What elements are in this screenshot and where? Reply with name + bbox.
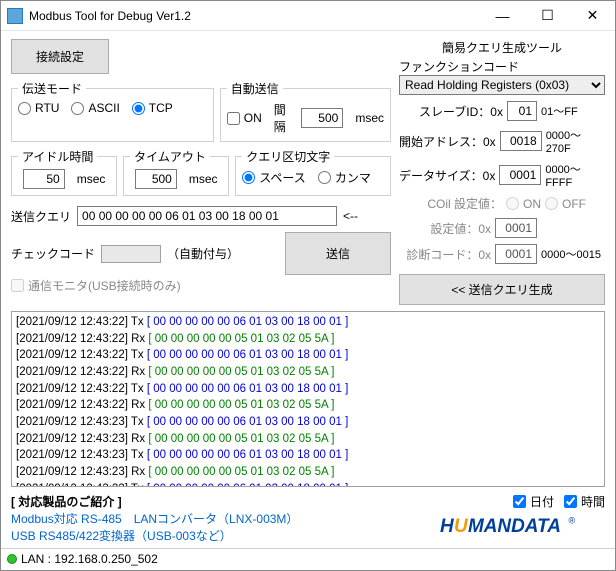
start-addr-label: 開始アドレス：0x (399, 133, 496, 150)
humandata-logo: H U MANDATA ® (440, 512, 605, 540)
delim-group: クエリ区切文字 スペース カンマ (235, 148, 391, 196)
slave-id-label: スレーブID：0x (419, 103, 503, 120)
link-usb003[interactable]: USB RS485/422変換器（USB-003など） (11, 527, 432, 544)
check-code-label: チェックコード (11, 245, 95, 262)
close-button[interactable]: ✕ (570, 1, 615, 30)
minimize-button[interactable]: — (480, 1, 525, 30)
msec-label2: msec (77, 172, 106, 186)
date-checkbox[interactable]: 日付 (513, 493, 554, 510)
mode-tcp[interactable]: TCP (132, 101, 173, 115)
status-dot-icon (7, 554, 17, 564)
log-line: [2021/09/12 12:43:22] Tx [ 00 00 00 00 0… (16, 314, 600, 331)
log-line: [2021/09/12 12:43:22] Tx [ 00 00 00 00 0… (16, 381, 600, 398)
svg-text:MANDATA: MANDATA (468, 516, 561, 537)
auto-on-checkbox[interactable]: ON (227, 111, 262, 125)
func-label: ファンクションコード (399, 58, 605, 75)
slave-id-input[interactable] (507, 101, 537, 121)
products-title: [ 対応製品のご紹介 ] (11, 493, 432, 510)
arrow-label: <-- (343, 209, 358, 223)
delim-legend: クエリ区切文字 (242, 148, 334, 165)
svg-text:H: H (440, 516, 454, 537)
log-line: [2021/09/12 12:43:23] Tx [ 00 00 00 00 0… (16, 481, 600, 487)
log-line: [2021/09/12 12:43:22] Tx [ 00 00 00 00 0… (16, 347, 600, 364)
log-line: [2021/09/12 12:43:22] Rx [ 00 00 00 00 0… (16, 364, 600, 381)
diag-hint: 0000～0015 (541, 246, 605, 262)
msec-label3: msec (189, 172, 218, 186)
auto-send-legend: 自動送信 (227, 80, 283, 97)
check-code-box (101, 245, 161, 263)
status-text: LAN : 192.168.0.250_502 (21, 552, 158, 566)
status-bar: LAN : 192.168.0.250_502 (1, 548, 615, 569)
time-checkbox[interactable]: 時間 (564, 493, 605, 510)
log-area[interactable]: [2021/09/12 12:43:22] Tx [ 00 00 00 00 0… (11, 311, 605, 487)
mode-ascii[interactable]: ASCII (71, 101, 119, 115)
app-icon (7, 8, 23, 24)
idle-input[interactable] (23, 169, 65, 189)
start-addr-input[interactable] (500, 131, 542, 151)
start-hint: 0000～270F (546, 127, 605, 155)
svg-text:U: U (454, 516, 469, 537)
delim-space[interactable]: スペース (242, 169, 306, 186)
timeout-legend: タイムアウト (130, 148, 210, 165)
gen-query-button[interactable]: << 送信クエリ生成 (399, 274, 605, 305)
setting-input (495, 218, 537, 238)
send-button[interactable]: 送信 (285, 232, 391, 275)
send-query-input[interactable] (77, 206, 337, 226)
titlebar: Modbus Tool for Debug Ver1.2 — ☐ ✕ (1, 1, 615, 31)
window-title: Modbus Tool for Debug Ver1.2 (29, 9, 480, 23)
coil-off: OFF (545, 197, 605, 211)
mode-legend: 伝送モード (18, 80, 86, 97)
slave-hint: 01～FF (541, 103, 605, 119)
qgen-title: 簡易クエリ生成ツール (399, 39, 605, 56)
diag-label: 診断コード：0x (406, 246, 491, 263)
data-size-input[interactable] (499, 165, 541, 185)
maximize-button[interactable]: ☐ (525, 1, 570, 30)
idle-legend: アイドル時間 (18, 148, 97, 165)
size-hint: 0000～FFFF (545, 161, 605, 189)
data-size-label: データサイズ：0x (399, 167, 495, 184)
timeout-group: タイムアウト msec (123, 148, 229, 196)
log-line: [2021/09/12 12:43:22] Rx [ 00 00 00 00 0… (16, 331, 600, 348)
comm-monitor-checkbox: 通信モニタ(USB接続時のみ) (11, 277, 181, 294)
setting-label: 設定値：0x (430, 220, 491, 237)
interval-label: 間隔 (274, 101, 290, 135)
coil-label: COil 設定値： (427, 195, 502, 212)
svg-text:®: ® (569, 516, 576, 526)
log-line: [2021/09/12 12:43:23] Tx [ 00 00 00 00 0… (16, 414, 600, 431)
log-line: [2021/09/12 12:43:23] Rx [ 00 00 00 00 0… (16, 464, 600, 481)
auto-send-group: 自動送信 ON 間隔 msec (220, 80, 391, 142)
auto-attach-label: （自動付与） (167, 245, 239, 262)
mode-rtu[interactable]: RTU (18, 101, 59, 115)
log-line: [2021/09/12 12:43:22] Rx [ 00 00 00 00 0… (16, 397, 600, 414)
interval-input[interactable] (301, 108, 343, 128)
send-query-label: 送信クエリ (11, 208, 71, 225)
delim-comma[interactable]: カンマ (318, 169, 371, 186)
connection-settings-button[interactable]: 接続設定 (11, 39, 109, 74)
timeout-input[interactable] (135, 169, 177, 189)
function-select[interactable]: Read Holding Registers (0x03) (399, 75, 605, 95)
mode-group: 伝送モード RTU ASCII TCP (11, 80, 214, 142)
coil-on: ON (506, 197, 541, 211)
diag-input (495, 244, 537, 264)
log-line: [2021/09/12 12:43:23] Tx [ 00 00 00 00 0… (16, 447, 600, 464)
idle-group: アイドル時間 msec (11, 148, 117, 196)
log-line: [2021/09/12 12:43:23] Rx [ 00 00 00 00 0… (16, 431, 600, 448)
link-lnx003m[interactable]: Modbus対応 RS-485 LANコンバータ（LNX-003M） (11, 510, 432, 527)
msec-label: msec (355, 111, 384, 125)
